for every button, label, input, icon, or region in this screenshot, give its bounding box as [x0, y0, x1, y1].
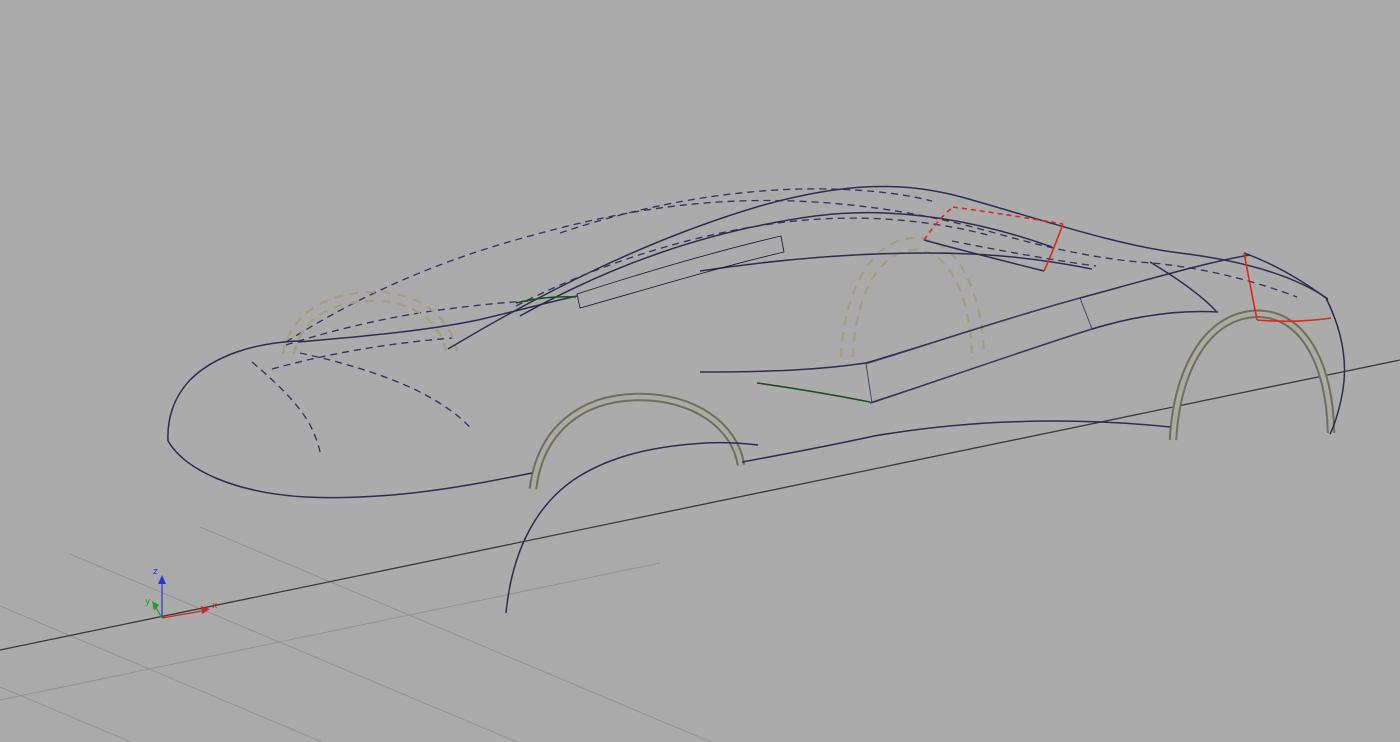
construction-arch[interactable]	[853, 250, 972, 357]
y-axis-arrow	[152, 601, 159, 611]
accent-curve[interactable]	[757, 383, 870, 402]
grid-line	[0, 687, 131, 742]
hidden-curve[interactable]	[300, 353, 472, 430]
ground-grid	[0, 527, 711, 742]
body-curve-fender-top[interactable]	[1244, 253, 1326, 298]
z-axis-arrow	[158, 575, 166, 584]
body-curve-tail[interactable]	[168, 341, 298, 441]
grid-line	[0, 563, 660, 700]
surface-patches	[577, 207, 1331, 403]
wheel-arches-outer	[533, 314, 1331, 489]
body-curve-character-lower[interactable]	[870, 311, 1218, 403]
accent-curves	[516, 297, 870, 402]
y-axis-label: y	[145, 597, 151, 607]
body-curves	[168, 186, 1345, 613]
grid-line	[0, 606, 322, 742]
surface-roof-panel[interactable]	[924, 207, 1063, 271]
construction-arch[interactable]	[841, 238, 984, 357]
grid-x-axis-line	[0, 360, 1400, 650]
x-axis-label: x	[212, 601, 218, 611]
viewport-3d[interactable]: z y x	[0, 0, 1400, 742]
body-curve-beltline[interactable]	[298, 296, 577, 342]
body-curve-rocker-front[interactable]	[742, 421, 1170, 462]
axis-gizmo: z y x	[145, 567, 218, 618]
body-curve-roof-edge[interactable]	[520, 213, 1052, 316]
front-wheel-arch[interactable]	[1173, 314, 1331, 440]
hidden-curve[interactable]	[252, 362, 321, 456]
grid-line	[200, 527, 711, 742]
front-wheel-arch-highlight[interactable]	[1173, 314, 1331, 440]
body-curve-rocker-rear[interactable]	[168, 441, 532, 498]
selected-edge[interactable]	[1244, 253, 1257, 320]
grid-line	[70, 554, 517, 742]
ground-axis-line	[0, 360, 1400, 650]
z-axis-label: z	[153, 567, 158, 577]
body-curve-top-silhouette[interactable]	[448, 186, 1328, 349]
hidden-curves	[252, 189, 1297, 456]
scene-svg: z y x	[0, 0, 1400, 742]
construction-arch[interactable]	[294, 301, 446, 354]
hidden-curve[interactable]	[516, 218, 988, 306]
construction-arches	[283, 238, 984, 357]
selected-edge[interactable]	[953, 207, 1063, 224]
